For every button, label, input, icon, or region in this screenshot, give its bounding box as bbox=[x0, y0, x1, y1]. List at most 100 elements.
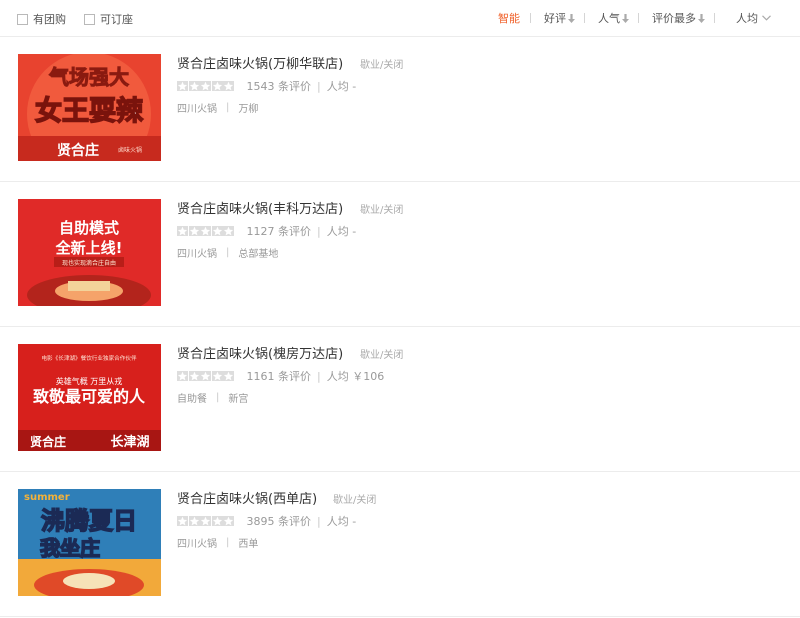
divider: | bbox=[226, 537, 230, 548]
shop-thumbnail[interactable]: 自助模式 全新上线! 现也实现滴合庄自由 bbox=[18, 199, 161, 306]
tag-row: 四川火锅 | 总部基地 bbox=[177, 245, 278, 260]
cuisine-tag[interactable]: 四川火锅 bbox=[177, 100, 217, 115]
arrow-down-icon bbox=[698, 13, 705, 23]
promo-brand-sub: 卤味火锅 bbox=[118, 146, 142, 154]
reservable-checkbox[interactable]: 可订座 bbox=[84, 11, 133, 27]
star-icon bbox=[223, 81, 234, 91]
sort-avg-price[interactable]: 人均 bbox=[736, 11, 771, 25]
rating-row: 1543 条评价 | 人均 - bbox=[177, 78, 356, 94]
star-rating bbox=[177, 81, 235, 91]
arrow-down-icon bbox=[568, 13, 575, 23]
tag-row: 四川火锅 | 万柳 bbox=[177, 100, 258, 115]
filter-bar: 有团购 可订座 智能 好评 人气 评价最多 人均 bbox=[0, 0, 800, 37]
review-count[interactable]: 3895 条评价 bbox=[247, 513, 312, 529]
divider bbox=[714, 13, 715, 23]
promo-line2: 全新上线! bbox=[55, 239, 123, 257]
shop-name[interactable]: 贤合庄卤味火锅(西单店) bbox=[177, 488, 317, 507]
promo-line2: 女王耍辣 bbox=[35, 95, 144, 127]
shop-name[interactable]: 贤合庄卤味火锅(丰科万达店) bbox=[177, 198, 343, 217]
sort-avg-price-label: 人均 bbox=[736, 12, 758, 25]
shop-thumbnail[interactable]: 气场强大 女王耍辣 贤合庄 卤味火锅 bbox=[18, 54, 161, 161]
divider: | bbox=[226, 247, 230, 258]
promo-line1: 沸腾夏日 bbox=[41, 507, 137, 535]
star-icon bbox=[211, 516, 223, 526]
review-count[interactable]: 1161 条评价 bbox=[247, 368, 312, 384]
promo-tag: summer bbox=[24, 492, 70, 503]
arrow-down-icon bbox=[622, 13, 629, 23]
star-icon bbox=[223, 226, 234, 236]
divider: | bbox=[216, 392, 220, 403]
chevron-down-icon bbox=[762, 15, 771, 21]
star-icon bbox=[211, 81, 223, 91]
star-icon bbox=[211, 371, 223, 381]
area-tag[interactable]: 西单 bbox=[238, 535, 258, 550]
star-icon bbox=[177, 81, 188, 91]
star-icon bbox=[177, 516, 188, 526]
promo-image-summer: summer 沸腾夏日 我坐庄 bbox=[18, 489, 161, 596]
promo-big: 致敬最可爱的人 bbox=[33, 387, 146, 406]
tag-row: 四川火锅 | 西单 bbox=[177, 535, 258, 550]
star-icon bbox=[177, 226, 188, 236]
shop-thumbnail[interactable]: summer 沸腾夏日 我坐庄 bbox=[18, 489, 161, 596]
review-count[interactable]: 1127 条评价 bbox=[247, 223, 312, 239]
avg-price: 人均 - bbox=[326, 515, 357, 528]
area-tag[interactable]: 新宫 bbox=[228, 390, 248, 405]
star-icon bbox=[188, 226, 200, 236]
promo-line1: 气场强大 bbox=[48, 65, 129, 89]
shop-thumbnail[interactable]: 电影《长津湖》餐饮行业独家合作伙伴 英雄气概 万里从戎 致敬最可爱的人 贤合庄 … bbox=[18, 344, 161, 451]
sort-most-reviews[interactable]: 评价最多 bbox=[652, 11, 705, 25]
cuisine-tag[interactable]: 自助餐 bbox=[177, 390, 207, 405]
filter-checkboxes: 有团购 可订座 bbox=[17, 11, 151, 27]
cuisine-tag[interactable]: 四川火锅 bbox=[177, 245, 217, 260]
promo-brand: 贤合庄 bbox=[57, 142, 99, 159]
star-icon bbox=[200, 516, 211, 526]
review-count[interactable]: 1543 条评价 bbox=[247, 78, 312, 94]
promo-movie: 长津湖 bbox=[110, 434, 149, 450]
shop-item: 自助模式 全新上线! 现也实现滴合庄自由 贤合庄卤味火锅(丰科万达店) 歇业/关… bbox=[0, 182, 800, 327]
shop-list: 气场强大 女王耍辣 贤合庄 卤味火锅 贤合庄卤味火锅(万柳华联店) 歇业/关闭 … bbox=[0, 37, 800, 617]
promo-sub: 现也实现滴合庄自由 bbox=[62, 259, 116, 267]
sort-smart-label: 智能 bbox=[498, 12, 520, 25]
star-icon bbox=[188, 371, 200, 381]
divider bbox=[638, 13, 639, 23]
star-icon bbox=[223, 516, 234, 526]
star-icon bbox=[177, 371, 188, 381]
star-rating bbox=[177, 371, 235, 381]
checkbox-box[interactable] bbox=[17, 13, 28, 25]
rating-row: 1161 条评价 | 人均 ￥106 bbox=[177, 368, 384, 384]
star-icon bbox=[200, 81, 211, 91]
star-icon bbox=[223, 371, 234, 381]
shop-item: summer 沸腾夏日 我坐庄 贤合庄卤味火锅(西单店) 歇业/关闭 3895 … bbox=[0, 472, 800, 617]
tag-row: 自助餐 | 新宫 bbox=[177, 390, 248, 405]
checkbox-box[interactable] bbox=[84, 13, 95, 25]
shop-name[interactable]: 贤合庄卤味火锅(万柳华联店) bbox=[177, 53, 343, 72]
area-tag[interactable]: 总部基地 bbox=[238, 245, 278, 260]
star-rating bbox=[177, 516, 235, 526]
star-icon bbox=[200, 226, 211, 236]
promo-brand: 贤合庄 bbox=[30, 434, 66, 449]
shop-item: 电影《长津湖》餐饮行业独家合作伙伴 英雄气概 万里从戎 致敬最可爱的人 贤合庄 … bbox=[0, 327, 800, 472]
divider: | bbox=[317, 224, 321, 238]
cuisine-tag[interactable]: 四川火锅 bbox=[177, 535, 217, 550]
sort-smart[interactable]: 智能 bbox=[498, 11, 520, 25]
divider bbox=[584, 13, 585, 23]
promo-image-movie: 电影《长津湖》餐饮行业独家合作伙伴 英雄气概 万里从戎 致敬最可爱的人 贤合庄 … bbox=[18, 344, 161, 451]
status-badge: 歇业/关闭 bbox=[333, 495, 377, 506]
promo-line1: 自助模式 bbox=[59, 219, 119, 237]
area-tag[interactable]: 万柳 bbox=[238, 100, 258, 115]
sort-most-reviews-label: 评价最多 bbox=[652, 12, 696, 25]
star-icon bbox=[211, 226, 223, 236]
sort-popularity[interactable]: 人气 bbox=[598, 11, 629, 25]
shop-name[interactable]: 贤合庄卤味火锅(槐房万达店) bbox=[177, 343, 343, 362]
sort-popularity-label: 人气 bbox=[598, 12, 620, 25]
divider: | bbox=[226, 102, 230, 113]
status-badge: 歇业/关闭 bbox=[360, 205, 404, 216]
status-badge: 歇业/关闭 bbox=[360, 60, 404, 71]
divider bbox=[530, 13, 531, 23]
sort-good-review[interactable]: 好评 bbox=[544, 11, 575, 25]
reservable-label: 可订座 bbox=[100, 13, 133, 26]
star-rating bbox=[177, 226, 235, 236]
group-buy-checkbox[interactable]: 有团购 bbox=[17, 11, 66, 27]
avg-price: 人均 ￥106 bbox=[326, 370, 385, 383]
promo-top: 电影《长津湖》餐饮行业独家合作伙伴 bbox=[41, 354, 137, 362]
